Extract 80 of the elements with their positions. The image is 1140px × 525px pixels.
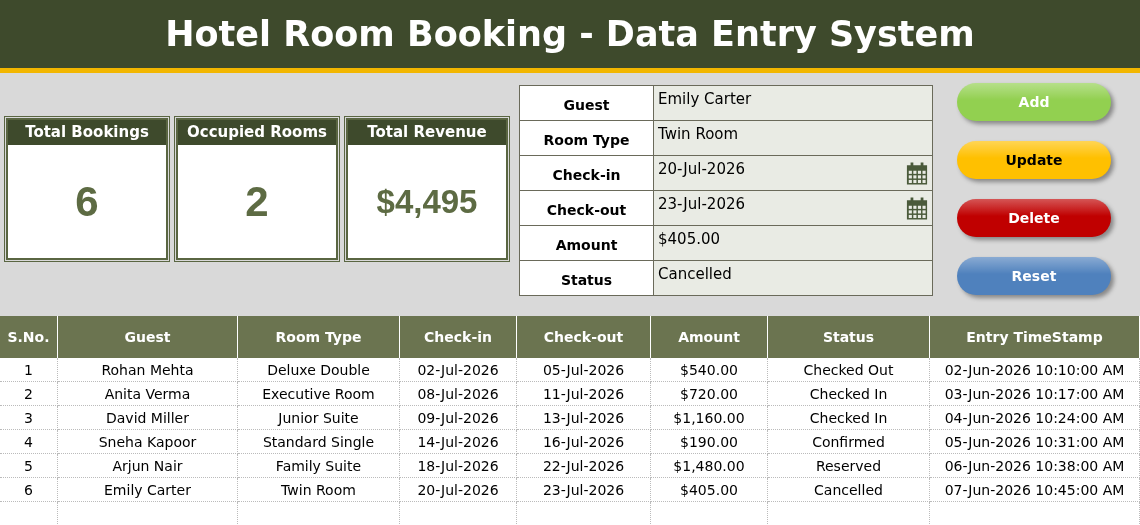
- field-label: Amount: [520, 226, 654, 261]
- input-field[interactable]: Twin Room: [654, 121, 933, 156]
- table-cell: Deluxe Double: [238, 358, 400, 382]
- action-button[interactable]: Reset: [957, 257, 1111, 295]
- table-cell: Checked Out: [768, 358, 930, 382]
- table-cell: 06-Jun-2026 10:38:00 AM: [930, 454, 1140, 478]
- table-cell: $1,160.00: [651, 406, 768, 430]
- table-cell: Arjun Nair: [58, 454, 238, 478]
- table-cell: 4: [0, 430, 58, 454]
- field-label: Check-in: [520, 156, 654, 191]
- table-cell: 3: [0, 406, 58, 430]
- table-cell: $190.00: [651, 430, 768, 454]
- column-header: Check-out: [517, 316, 651, 358]
- input-field[interactable]: 20-Jul-2026: [654, 156, 933, 191]
- table-cell: Checked In: [768, 406, 930, 430]
- calendar-icon[interactable]: [906, 196, 928, 221]
- kpi-label: Total Revenue: [348, 120, 506, 145]
- column-header: S.No.: [0, 316, 58, 358]
- kpi-value: 6: [75, 177, 99, 226]
- table-cell: Twin Room: [238, 478, 400, 502]
- table-cell: $1,480.00: [651, 454, 768, 478]
- table-cell: Executive Room: [238, 382, 400, 406]
- table-cell: Family Suite: [238, 454, 400, 478]
- table-cell: David Miller: [58, 406, 238, 430]
- field-label: Guest: [520, 86, 654, 121]
- field-label: Status: [520, 261, 654, 296]
- table-cell: Checked In: [768, 382, 930, 406]
- table-cell: Rohan Mehta: [58, 358, 238, 382]
- input-field[interactable]: 23-Jul-2026: [654, 191, 933, 226]
- kpi-label: Total Bookings: [8, 120, 166, 145]
- table-cell: Cancelled: [768, 478, 930, 502]
- kpi-value: 2: [245, 177, 269, 226]
- table-cell: 03-Jun-2026 10:17:00 AM: [930, 382, 1140, 406]
- action-button[interactable]: Delete: [957, 199, 1111, 237]
- table-cell: 18-Jul-2026: [400, 454, 517, 478]
- field-label: Check-out: [520, 191, 654, 226]
- table-cell: 22-Jul-2026: [517, 454, 651, 478]
- table-cell: Emily Carter: [58, 478, 238, 502]
- column-header: Amount: [651, 316, 768, 358]
- input-field[interactable]: Cancelled: [654, 261, 933, 296]
- calendar-icon[interactable]: [906, 161, 928, 186]
- table-cell: 1: [0, 358, 58, 382]
- table-cell: 20-Jul-2026: [400, 478, 517, 502]
- page-title: Hotel Room Booking - Data Entry System: [165, 14, 975, 54]
- table-cell: 13-Jul-2026: [517, 406, 651, 430]
- table-cell: 04-Jun-2026 10:24:00 AM: [930, 406, 1140, 430]
- table-cell: 09-Jul-2026: [400, 406, 517, 430]
- table-cell: 02-Jul-2026: [400, 358, 517, 382]
- table-cell: Standard Single: [238, 430, 400, 454]
- table-cell: 14-Jul-2026: [400, 430, 517, 454]
- table-cell: 5: [0, 454, 58, 478]
- table-cell: 2: [0, 382, 58, 406]
- table-cell: 16-Jul-2026: [517, 430, 651, 454]
- field-label: Room Type: [520, 121, 654, 156]
- table-cell: Sneha Kapoor: [58, 430, 238, 454]
- input-field[interactable]: $405.00: [654, 226, 933, 261]
- table-cell: 6: [0, 478, 58, 502]
- table-cell: 11-Jul-2026: [517, 382, 651, 406]
- table-cell: $540.00: [651, 358, 768, 382]
- column-header: Room Type: [238, 316, 400, 358]
- kpi-label: Occupied Rooms: [178, 120, 336, 145]
- table-cell: $720.00: [651, 382, 768, 406]
- table-cell: Anita Verma: [58, 382, 238, 406]
- column-header: Entry TimeStamp: [930, 316, 1140, 358]
- action-button[interactable]: Update: [957, 141, 1111, 179]
- table-cell: 07-Jun-2026 10:45:00 AM: [930, 478, 1140, 502]
- table-cell: 23-Jul-2026: [517, 478, 651, 502]
- table-cell: 08-Jul-2026: [400, 382, 517, 406]
- table-cell: 02-Jun-2026 10:10:00 AM: [930, 358, 1140, 382]
- table-cell: Reserved: [768, 454, 930, 478]
- table-cell: $405.00: [651, 478, 768, 502]
- table-cell: 05-Jul-2026: [517, 358, 651, 382]
- table-cell: Junior Suite: [238, 406, 400, 430]
- kpi-value: $4,495: [376, 182, 478, 221]
- table-cell: Confirmed: [768, 430, 930, 454]
- input-field[interactable]: Emily Carter: [654, 86, 933, 121]
- column-header: Check-in: [400, 316, 517, 358]
- column-header: Status: [768, 316, 930, 358]
- table-cell: 05-Jun-2026 10:31:00 AM: [930, 430, 1140, 454]
- column-header: Guest: [58, 316, 238, 358]
